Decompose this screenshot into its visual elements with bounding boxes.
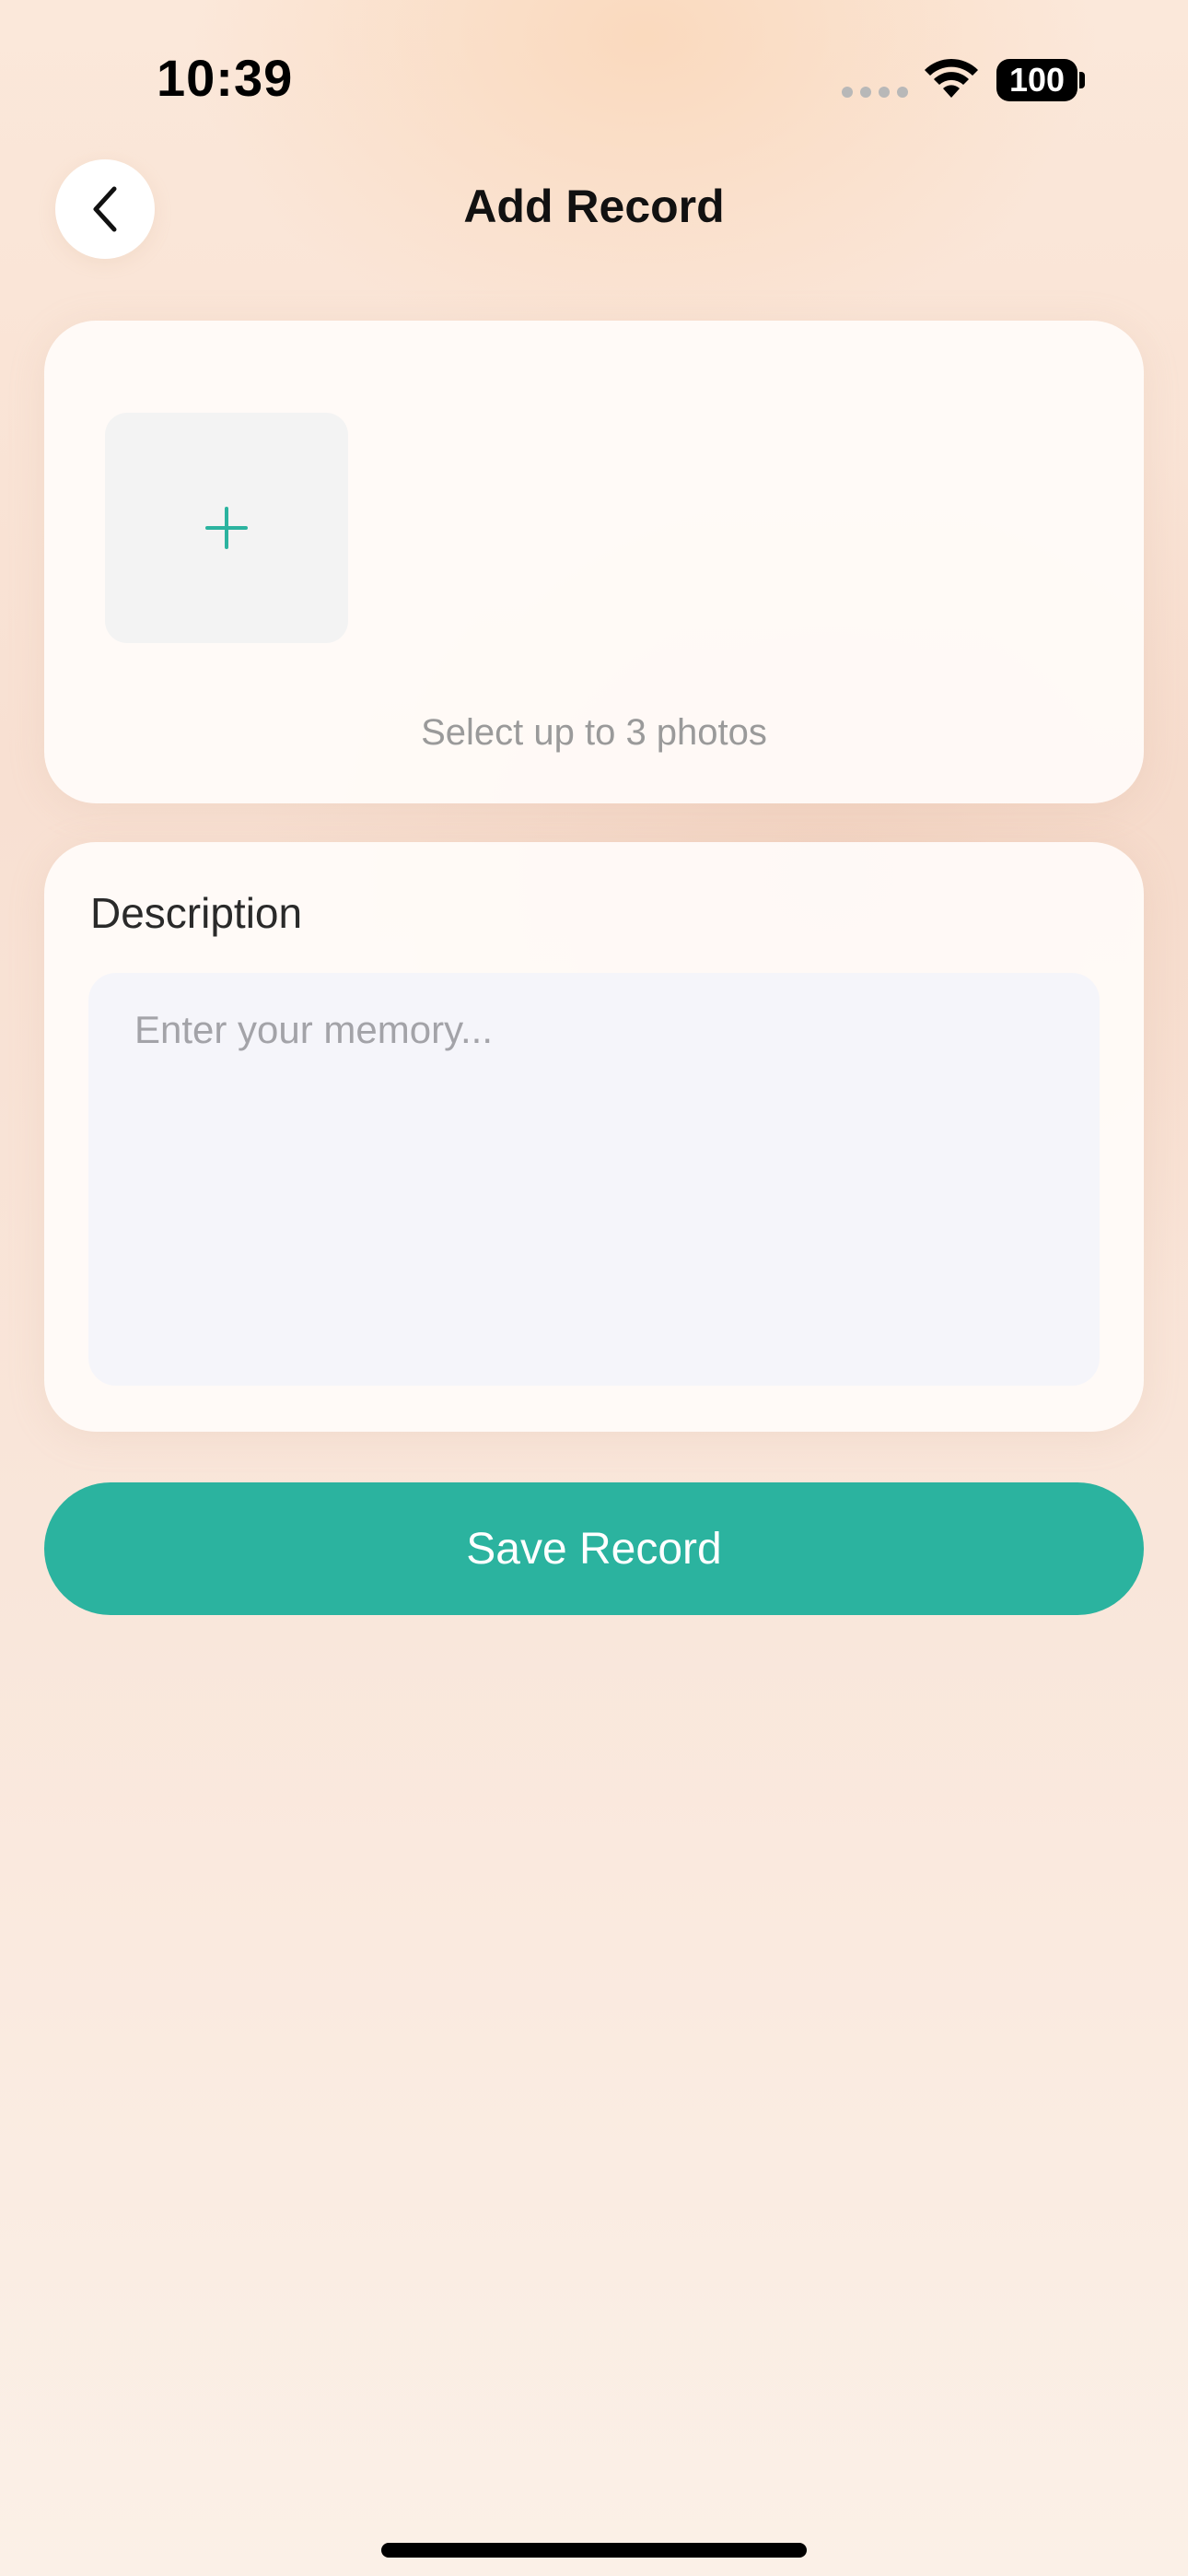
battery-cap <box>1079 72 1085 88</box>
page-title: Add Record <box>463 181 725 232</box>
home-indicator <box>381 2543 807 2558</box>
status-time: 10:39 <box>157 49 294 107</box>
cellular-signal-icon <box>842 87 908 98</box>
plus-icon <box>205 507 248 549</box>
battery-level: 100 <box>996 59 1077 101</box>
save-record-button[interactable]: Save Record <box>44 1482 1144 1615</box>
photo-limit-hint: Select up to 3 photos <box>421 712 767 753</box>
description-card: Description <box>44 842 1144 1432</box>
wifi-icon <box>925 58 978 98</box>
photo-card: Select up to 3 photos <box>44 321 1144 803</box>
description-label: Description <box>90 889 303 937</box>
status-bar: 10:39 100 <box>0 0 1188 157</box>
add-photo-button[interactable] <box>105 413 348 643</box>
description-input[interactable] <box>88 973 1100 1386</box>
